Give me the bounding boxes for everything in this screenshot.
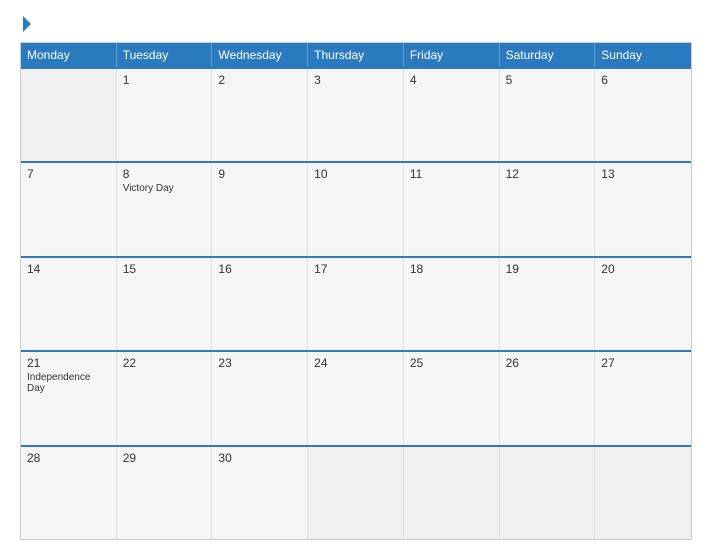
- day-event: Victory Day: [123, 183, 206, 194]
- logo: [20, 18, 31, 32]
- calendar-cell: 1: [117, 69, 213, 161]
- calendar-cell: 24: [308, 352, 404, 444]
- calendar-header-cell: Thursday: [308, 43, 404, 67]
- calendar-cell: 2: [212, 69, 308, 161]
- calendar-cell: 22: [117, 352, 213, 444]
- day-number: 21: [27, 356, 110, 370]
- calendar-header-cell: Wednesday: [212, 43, 308, 67]
- calendar-cell: 29: [117, 447, 213, 539]
- calendar-cell: 4: [404, 69, 500, 161]
- day-number: 20: [601, 262, 685, 276]
- calendar-cell: 15: [117, 258, 213, 350]
- calendar-cell: 26: [500, 352, 596, 444]
- day-number: 13: [601, 167, 685, 181]
- calendar-grid: MondayTuesdayWednesdayThursdayFridaySatu…: [20, 42, 692, 540]
- calendar-cell: 10: [308, 163, 404, 255]
- calendar-cell: 5: [500, 69, 596, 161]
- calendar-cell: 25: [404, 352, 500, 444]
- calendar-week: 123456: [21, 67, 691, 161]
- calendar-cell: [308, 447, 404, 539]
- calendar-cell: [404, 447, 500, 539]
- day-number: 10: [314, 167, 397, 181]
- day-number: 25: [410, 356, 493, 370]
- header: [20, 18, 692, 32]
- day-number: 7: [27, 167, 110, 181]
- calendar-cell: 3: [308, 69, 404, 161]
- calendar-body: 12345678Victory Day910111213141516171819…: [21, 67, 691, 539]
- day-number: 28: [27, 451, 110, 465]
- calendar-header-cell: Monday: [21, 43, 117, 67]
- day-number: 15: [123, 262, 206, 276]
- day-number: 1: [123, 73, 206, 87]
- day-number: 26: [506, 356, 589, 370]
- day-number: 12: [506, 167, 589, 181]
- calendar-header-cell: Tuesday: [117, 43, 213, 67]
- calendar-cell: 23: [212, 352, 308, 444]
- day-number: 4: [410, 73, 493, 87]
- calendar-header-cell: Saturday: [500, 43, 596, 67]
- day-number: 30: [218, 451, 301, 465]
- day-number: 8: [123, 167, 206, 181]
- calendar-cell: 11: [404, 163, 500, 255]
- day-number: 24: [314, 356, 397, 370]
- calendar-cell: [595, 447, 691, 539]
- day-number: 3: [314, 73, 397, 87]
- calendar-cell: 28: [21, 447, 117, 539]
- day-number: 19: [506, 262, 589, 276]
- day-number: 9: [218, 167, 301, 181]
- calendar-page: MondayTuesdayWednesdayThursdayFridaySatu…: [0, 0, 712, 550]
- calendar-cell: 9: [212, 163, 308, 255]
- calendar-cell: 17: [308, 258, 404, 350]
- logo-triangle-icon: [23, 16, 31, 32]
- calendar-cell: 27: [595, 352, 691, 444]
- day-event: Independence Day: [27, 372, 110, 394]
- calendar-header-row: MondayTuesdayWednesdayThursdayFridaySatu…: [21, 43, 691, 67]
- day-number: 11: [410, 167, 493, 181]
- calendar-week: 78 Victory Day 9 10 11 12 13: [21, 161, 691, 255]
- calendar-cell: 19: [500, 258, 596, 350]
- day-number: 27: [601, 356, 685, 370]
- day-number: 16: [218, 262, 301, 276]
- day-number: 17: [314, 262, 397, 276]
- calendar-cell: 14: [21, 258, 117, 350]
- calendar-cell: 7: [21, 163, 117, 255]
- day-number: 22: [123, 356, 206, 370]
- calendar-cell: 16: [212, 258, 308, 350]
- day-number: 14: [27, 262, 110, 276]
- calendar-week: 14 15 16 17 18 19 20: [21, 256, 691, 350]
- calendar-cell: 20: [595, 258, 691, 350]
- logo-blue-text: [20, 18, 31, 32]
- calendar-cell: 18: [404, 258, 500, 350]
- calendar-header-cell: Sunday: [595, 43, 691, 67]
- calendar-cell: 21 Independence Day: [21, 352, 117, 444]
- calendar-cell: 8 Victory Day: [117, 163, 213, 255]
- calendar-week: 28 29 30: [21, 445, 691, 539]
- calendar-cell: [500, 447, 596, 539]
- calendar-cell: 12: [500, 163, 596, 255]
- day-number: 6: [601, 73, 685, 87]
- day-number: 2: [218, 73, 301, 87]
- day-number: 23: [218, 356, 301, 370]
- calendar-cell: 6: [595, 69, 691, 161]
- calendar-header-cell: Friday: [404, 43, 500, 67]
- calendar-week: 21 Independence Day 22 23 24 25 26 27: [21, 350, 691, 444]
- calendar-cell: [21, 69, 117, 161]
- calendar-cell: 30: [212, 447, 308, 539]
- day-number: 18: [410, 262, 493, 276]
- day-number: 5: [506, 73, 589, 87]
- calendar-cell: 13: [595, 163, 691, 255]
- day-number: 29: [123, 451, 206, 465]
